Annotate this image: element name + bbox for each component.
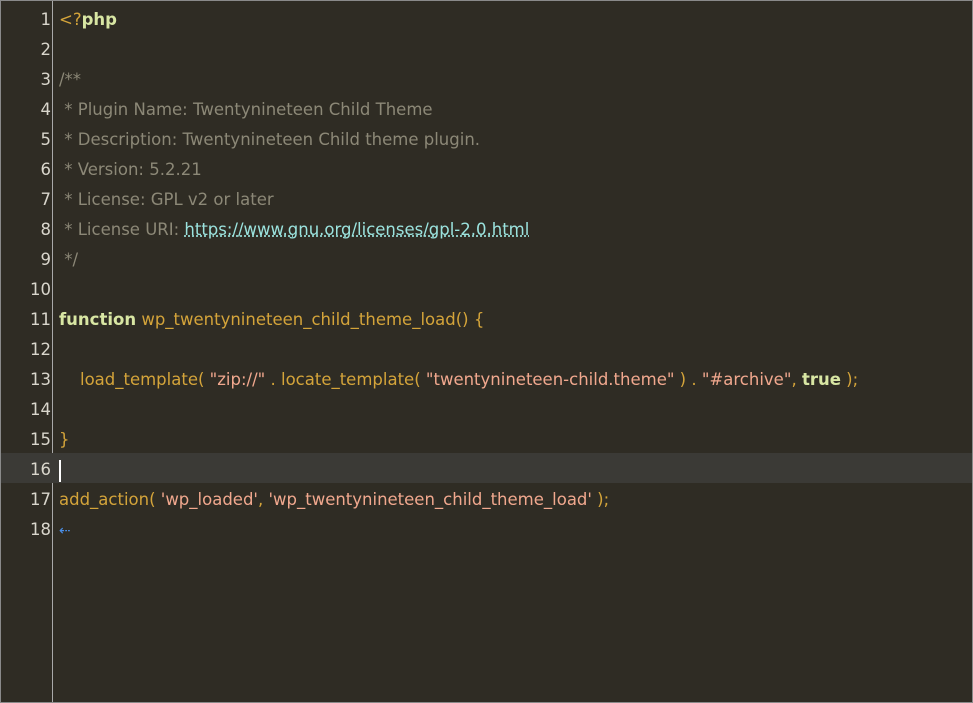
line-number: 12 (1, 335, 52, 365)
line-number: 17 (1, 485, 52, 515)
code-token: "#archive" (701, 370, 792, 389)
code-line[interactable]: 18 ⇠ (1, 515, 972, 545)
code-text[interactable]: function wp_twentynineteen_child_theme_l… (59, 305, 484, 335)
code-token: */ (59, 250, 79, 269)
code-text[interactable]: <?php (59, 5, 117, 35)
line-number-text: 16 (30, 460, 51, 479)
line-number: 9 (1, 245, 52, 275)
line-number-text: 3 (40, 70, 52, 89)
line-number: 2 (1, 35, 52, 65)
code-line[interactable]: 6 * Version: 5.2.21 (1, 155, 972, 185)
code-token: * Plugin Name: Twentynineteen Child Them… (59, 100, 433, 119)
code-text[interactable]: add_action( 'wp_loaded', 'wp_twentyninet… (59, 485, 609, 515)
line-number: 5 (1, 125, 52, 155)
code-line[interactable]: 3 /** (1, 65, 972, 95)
line-number-text: 10 (30, 280, 51, 299)
line-number-text: 6 (40, 160, 52, 179)
code-text[interactable]: * Plugin Name: Twentynineteen Child Them… (59, 95, 433, 125)
line-number-text: 14 (30, 400, 51, 419)
line-number-text: 9 (40, 250, 52, 269)
license-url-link[interactable]: https://www.gnu.org/licenses/gpl-2.0.htm… (184, 220, 529, 239)
code-editor[interactable]: 1 <?php 2 3 /** 4 * Plugin Name: Twentyninete… (0, 0, 973, 703)
line-number: 1 (1, 5, 52, 35)
code-token: . locate_template( (265, 370, 426, 389)
code-token: "twentynineteen-child.theme" (425, 370, 675, 389)
code-token: ); (840, 370, 859, 389)
code-line[interactable]: 15} (1, 425, 972, 455)
code-text[interactable]: load_template( "zip://" . locate_templat… (59, 365, 858, 395)
code-line[interactable]: 5 * Description: Twentynineteen Child th… (1, 125, 972, 155)
line-number-text: 2 (40, 40, 52, 59)
code-token: , (257, 490, 269, 509)
line-number-text: 1 (40, 10, 52, 29)
line-number: 11 (1, 305, 52, 335)
code-text[interactable]: ⇠ (59, 515, 71, 546)
code-token: load_template( (59, 370, 210, 389)
line-number-text: 4 (40, 100, 52, 119)
code-line[interactable]: 12 (1, 335, 972, 365)
code-text[interactable]: * License URI: https://www.gnu.org/licen… (59, 215, 529, 245)
code-text[interactable]: */ (59, 245, 78, 275)
code-token: ) . (674, 370, 702, 389)
code-token: * License URI: (59, 220, 185, 239)
line-number: 13 (1, 365, 52, 395)
code-text[interactable]: * Version: 5.2.21 (59, 155, 202, 185)
code-line[interactable]: 17 add_action( 'wp_loaded', 'wp_twentynin… (1, 485, 972, 515)
code-token: php (81, 10, 117, 29)
code-line[interactable]: 13 load_template( "zip://" . locate_temp… (1, 365, 972, 395)
code-token: * Version: 5.2.21 (59, 160, 202, 179)
code-line[interactable]: 14 (1, 395, 972, 425)
code-token: function (59, 310, 137, 329)
line-number: 8 (1, 215, 52, 245)
code-text[interactable]: /** (59, 65, 81, 95)
code-token: * License: GPL v2 or later (59, 190, 274, 209)
code-token: , (791, 370, 802, 389)
line-number-text: 18 (30, 520, 51, 539)
code-token: /** (59, 70, 82, 89)
code-token: add_action( (59, 490, 161, 509)
code-token: } (59, 430, 70, 449)
code-line[interactable]: 7 * License: GPL v2 or later (1, 185, 972, 215)
line-number-text: 13 (30, 370, 51, 389)
code-line[interactable]: 2 (1, 35, 972, 65)
line-number-text: 17 (30, 490, 51, 509)
code-token: ); (591, 490, 610, 509)
line-number: 3 (1, 65, 52, 95)
line-number-text: 11 (30, 310, 51, 329)
code-text[interactable] (59, 455, 61, 485)
text-cursor (59, 459, 61, 482)
code-line[interactable]: 8 * License URI: https://www.gnu.org/lic… (1, 215, 972, 245)
line-number-text: 7 (40, 190, 52, 209)
code-text[interactable]: * Description: Twentynineteen Child them… (59, 125, 480, 155)
code-token: * Description: Twentynineteen Child them… (59, 130, 481, 149)
line-number-text: 8 (40, 220, 52, 239)
code-token: <? (59, 10, 82, 29)
line-number-text: 12 (30, 340, 51, 359)
code-text[interactable]: * License: GPL v2 or later (59, 185, 274, 215)
line-number: 6 (1, 155, 52, 185)
line-number-text: 5 (40, 130, 52, 149)
line-number: 10 (1, 275, 52, 305)
line-number: 14 (1, 395, 52, 425)
code-line[interactable]: 1 <?php (1, 5, 972, 35)
code-line[interactable]: 10 (1, 275, 972, 305)
code-text[interactable]: } (59, 425, 70, 455)
line-number-text: 15 (30, 430, 51, 449)
line-number: 7 (1, 185, 52, 215)
code-token: true (801, 370, 841, 389)
line-number: 16 (1, 455, 52, 485)
code-line[interactable]: 16 (1, 455, 972, 485)
end-of-file-arrow-icon: ⇠ (59, 523, 71, 539)
line-number: 4 (1, 95, 52, 125)
code-line[interactable]: 9 */ (1, 245, 972, 275)
code-token: 'wp_twentynineteen_child_theme_load' (268, 490, 592, 509)
code-token: wp_twentynineteen_child_theme_load() { (136, 310, 485, 329)
code-line[interactable]: 11 function wp_twentynineteen_child_theme… (1, 305, 972, 335)
code-token: 'wp_loaded' (160, 490, 258, 509)
code-line[interactable]: 4 * Plugin Name: Twentynineteen Child Th… (1, 95, 972, 125)
line-number: 18 (1, 515, 52, 545)
line-number: 15 (1, 425, 52, 455)
code-token: "zip://" (209, 370, 266, 389)
